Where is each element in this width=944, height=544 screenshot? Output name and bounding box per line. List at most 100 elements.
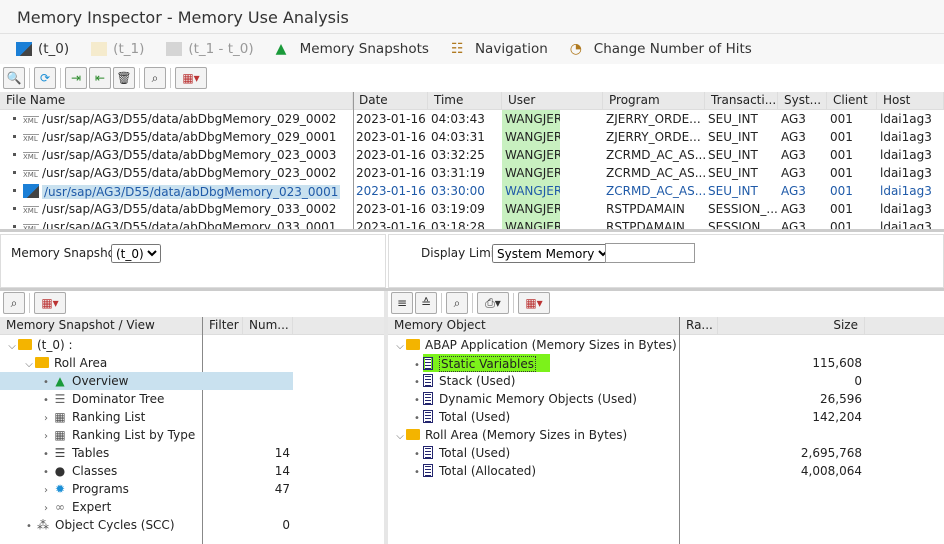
column-header[interactable]: File Name [0,92,353,109]
tree-item[interactable]: • Total (Used) [388,444,510,462]
column-header[interactable]: Time [428,92,502,109]
tree-item-label: Roll Area (Memory Sizes in Bytes) [425,428,628,442]
cell-date: 2023-01-16 [356,184,426,198]
toolbar-snapshot-diff-button[interactable]: (t_1 - t_0) [166,41,254,57]
xml-file-icon: XML [23,224,39,232]
table-row[interactable]: XML/usr/sap/AG3/D55/data/abDbgMemory_023… [0,146,944,164]
column-header[interactable]: Memory Object [388,317,680,334]
cell-system: AG3 [781,184,806,198]
display-limit-input[interactable] [605,243,695,263]
navigation-icon: ☷ [450,41,464,57]
collapse-all-button[interactable]: ≡ [391,292,413,314]
cell-host: ldai1ag3 [880,166,932,180]
window-title: Memory Inspector - Memory Use Analysis [0,0,944,34]
size-value: 142,204 [812,410,862,424]
tree-item[interactable]: ⌵ Roll Area [0,354,293,372]
column-header[interactable]: Transacti... [705,92,778,109]
change-hits-icon: ◔ [569,41,582,57]
table-row[interactable]: XML/usr/sap/AG3/D55/data/abDbgMemory_029… [0,128,944,146]
tree-item-label: Dynamic Memory Objects (Used) [439,392,637,406]
snapshot-t0-icon [23,183,39,198]
column-header[interactable]: Ra... [680,317,718,334]
tree-item[interactable]: • Static Variables [388,354,550,372]
find-button[interactable]: ⌕ [3,292,25,314]
expand-all-button[interactable]: ≙ [415,292,437,314]
tree-item[interactable]: ⌵ (t_0) : [0,336,293,354]
cell-date: 2023-01-16 [356,220,426,232]
tree-item[interactable]: • Total (Allocated) [388,462,536,480]
tree-item[interactable]: • Dynamic Memory Objects (Used) [388,390,637,408]
cell-user: WANGJER [502,218,560,229]
toolbar-memory-snapshots-button[interactable]: ▲ Memory Snapshots [276,41,429,57]
tree-item[interactable]: • ▲ Overview [0,372,293,390]
table-row[interactable]: XML/usr/sap/AG3/D55/data/abDbgMemory_029… [0,110,944,128]
find-button[interactable]: ⌕ [446,292,468,314]
cell-user: WANGJER [502,164,560,182]
layout-button[interactable]: ▦▾ [175,67,207,89]
toolbar-label: Change Number of Hits [593,41,752,57]
tree-item[interactable]: › ∞ Expert [0,498,293,516]
column-header[interactable]: Size [718,317,865,334]
table-row[interactable]: XML/usr/sap/AG3/D55/data/abDbgMemory_033… [0,200,944,218]
toolbar-label: (t_1) [113,41,145,57]
snapshot-pane: Memory Snapshot (t_0) [0,234,386,288]
file-toolbar: 🔍 ⟳ ⇥ ⇤ 🗑 ⌕ ▦▾ [0,66,944,90]
ranking-list-icon: ▦ [54,410,66,424]
toolbar-label: (t_0) [38,41,70,57]
delete-button[interactable]: 🗑 [113,67,135,89]
tree-item[interactable]: › ▦ Ranking List [0,408,293,426]
toolbar-change-hits-button[interactable]: ◔ Change Number of Hits [570,41,752,57]
file-table: File Name Date Time User Program Transacti...… [0,92,944,232]
find-button[interactable]: ⌕ [144,67,166,89]
memory-snapshot-select[interactable]: (t_0) [111,244,161,263]
tables-icon: ☰ [54,446,66,460]
column-header[interactable]: Syst... [778,92,827,109]
table-row[interactable]: XML/usr/sap/AG3/D55/data/abDbgMemory_023… [0,164,944,182]
display-limit-select[interactable]: System Memory [492,244,612,263]
bullet [13,224,16,228]
toolbar-snapshot-t1-button[interactable]: (t_1) [91,41,144,57]
cell-system: AG3 [781,148,806,162]
load-snapshot-button[interactable]: 🔍 [3,67,25,89]
cell-user: WANGJER [502,146,560,164]
column-header[interactable]: User [502,92,603,109]
print-button[interactable]: ⎙▾ [477,292,509,314]
cell-time: 03:31:19 [431,166,485,180]
refresh-button[interactable]: ⟳ [34,67,56,89]
column-header[interactable]: Client [827,92,877,109]
column-header[interactable]: Date [353,92,428,109]
layout-button[interactable]: ▦▾ [518,292,550,314]
tree-item[interactable]: • ☰ Dominator Tree [0,390,293,408]
bullet [13,134,16,138]
toolbar-snapshot-t0-button[interactable]: (t_0) [16,41,69,57]
column-header[interactable]: Num... [243,317,293,334]
tree-item-label: Roll Area [54,356,108,370]
tree-item[interactable]: • Stack (Used) [388,372,515,390]
column-header[interactable]: Program [603,92,705,109]
tree-item[interactable]: • Total (Used) [388,408,510,426]
folder-icon [406,429,420,440]
tree-item-label: Total (Allocated) [439,464,537,478]
cell-file-name: XML/usr/sap/AG3/D55/data/abDbgMemory_033… [0,220,353,232]
overview-icon: ▲ [55,374,65,388]
memory-snapshots-icon: ▲ [275,41,287,57]
column-header[interactable]: Memory Snapshot / View [0,317,203,334]
tree-item[interactable]: ⌵ ABAP Application (Memory Sizes in Bytes… [388,336,676,354]
tree-item-label: Ranking List by Type [72,428,196,442]
column-header[interactable]: Host [877,92,944,109]
document-icon [423,446,433,459]
import-button[interactable]: ⇥ [65,67,87,89]
table-row[interactable]: XML/usr/sap/AG3/D55/data/abDbgMemory_033… [0,218,944,232]
toolbar-navigation-button[interactable]: ☷ Navigation [451,41,548,57]
cell-host: ldai1ag3 [880,220,932,232]
cell-program: ZCRMD_AC_AS... [606,184,705,198]
column-header[interactable]: Filter [203,317,243,334]
cell-time: 03:32:25 [431,148,485,162]
table-row[interactable]: /usr/sap/AG3/D55/data/abDbgMemory_023_00… [0,182,944,200]
tree-item[interactable]: ⌵ Roll Area (Memory Sizes in Bytes) [388,426,627,444]
tree-item[interactable]: › ▦ Ranking List by Type [0,426,293,444]
layout-button[interactable]: ▦▾ [34,292,66,314]
ranking-list-icon: ▦ [54,428,66,442]
cell-program: ZCRMD_AC_AS... [606,166,705,180]
export-button[interactable]: ⇤ [89,67,111,89]
